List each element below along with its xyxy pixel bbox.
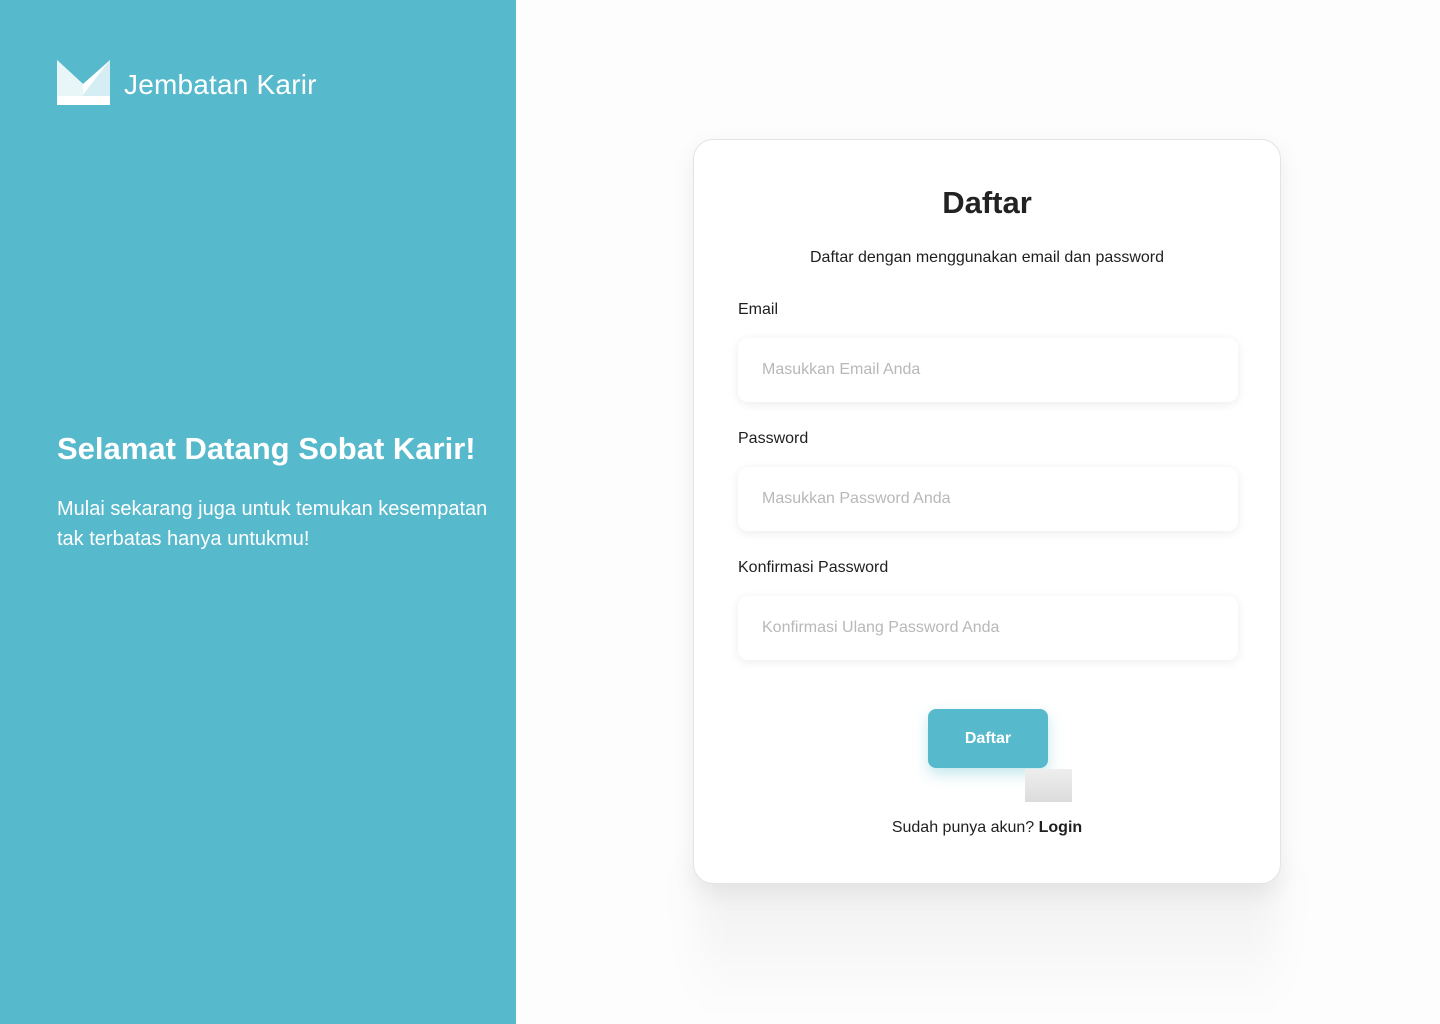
welcome-text: Mulai sekarang juga untuk temukan kesemp… bbox=[57, 498, 488, 550]
login-prompt: Sudah punya akun? Login bbox=[694, 819, 1280, 837]
jembatan-karir-logo-icon bbox=[57, 60, 110, 105]
register-button[interactable]: Daftar bbox=[928, 709, 1048, 768]
registration-card: Daftar Daftar dengan menggunakan email d… bbox=[693, 139, 1281, 884]
welcome-panel: Jembatan Karir Selamat Datang Sobat Kari… bbox=[0, 0, 516, 1024]
welcome-title: Selamat Datang Sobat Karir! bbox=[57, 431, 476, 466]
login-link[interactable]: Login bbox=[1039, 819, 1083, 836]
login-prompt-text: Sudah punya akun? bbox=[891, 819, 1035, 836]
form-title: Daftar bbox=[942, 185, 1032, 220]
welcome-message: Selamat Datang Sobat Karir! Mulai sekara… bbox=[57, 430, 497, 554]
rendering-artifact bbox=[1025, 769, 1072, 802]
email-field[interactable] bbox=[738, 338, 1238, 402]
confirm-password-field[interactable] bbox=[738, 596, 1238, 660]
confirm-password-label: Konfirmasi Password bbox=[738, 559, 889, 576]
brand[interactable]: Jembatan Karir bbox=[57, 60, 317, 105]
email-label: Email bbox=[738, 301, 779, 318]
form-subtitle: Daftar dengan menggunakan email dan pass… bbox=[809, 249, 1164, 266]
password-field[interactable] bbox=[738, 467, 1238, 531]
brand-name: Jembatan Karir bbox=[124, 68, 317, 100]
password-label: Password bbox=[738, 430, 809, 447]
